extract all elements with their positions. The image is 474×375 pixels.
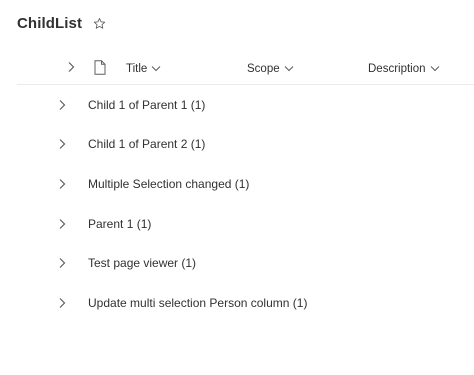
document-icon	[94, 59, 106, 78]
chevron-right-icon[interactable]	[55, 85, 69, 125]
group-row[interactable]: Child 1 of Parent 2 (1)	[17, 125, 474, 165]
chevron-right-icon[interactable]	[55, 204, 69, 244]
column-header-label: Title	[126, 62, 148, 75]
column-header-title[interactable]: Title	[126, 54, 161, 83]
column-header-description[interactable]: Description	[368, 54, 440, 83]
list-view: ChildList Title Scope Description Child …	[0, 0, 474, 375]
group-label: Child 1 of Parent 1 (1)	[88, 97, 206, 112]
chevron-right-icon[interactable]	[55, 283, 69, 323]
group-label: Child 1 of Parent 2 (1)	[88, 137, 206, 152]
column-header-row: Title Scope Description	[17, 54, 474, 85]
list-header: ChildList	[17, 11, 106, 35]
chevron-right-icon[interactable]	[55, 125, 69, 165]
group-label: Multiple Selection changed (1)	[88, 176, 250, 191]
group-row[interactable]: Child 1 of Parent 1 (1)	[17, 85, 474, 125]
chevron-down-icon	[284, 65, 294, 72]
list-title: ChildList	[17, 14, 83, 32]
chevron-right-icon[interactable]	[55, 243, 69, 283]
chevron-right-icon	[67, 61, 75, 76]
expand-all-button[interactable]	[64, 54, 78, 83]
group-list: Child 1 of Parent 1 (1) Child 1 of Paren…	[17, 85, 474, 323]
chevron-down-icon	[430, 65, 440, 72]
group-label: Update multi selection Person column (1)	[88, 295, 308, 310]
group-row[interactable]: Update multi selection Person column (1)	[17, 283, 474, 323]
group-label: Parent 1 (1)	[88, 216, 152, 231]
column-header-scope[interactable]: Scope	[247, 54, 294, 83]
group-label: Test page viewer (1)	[88, 256, 197, 271]
star-icon[interactable]	[92, 16, 106, 30]
column-header-label: Description	[368, 62, 426, 75]
column-header-label: Scope	[247, 62, 280, 75]
group-row[interactable]: Parent 1 (1)	[17, 204, 474, 244]
chevron-down-icon	[151, 65, 161, 72]
group-row[interactable]: Multiple Selection changed (1)	[17, 164, 474, 204]
chevron-right-icon[interactable]	[55, 164, 69, 204]
file-type-column-header[interactable]	[93, 54, 107, 83]
group-row[interactable]: Test page viewer (1)	[17, 243, 474, 283]
